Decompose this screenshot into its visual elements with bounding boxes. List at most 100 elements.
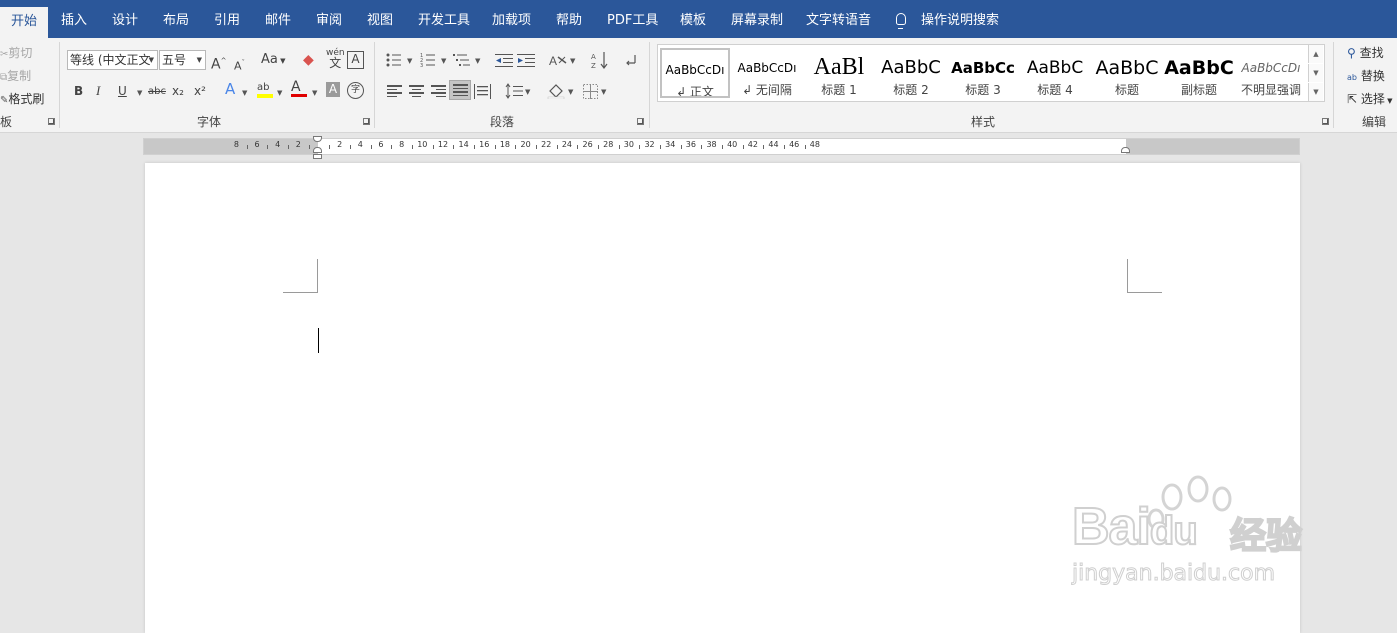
align-left-button[interactable] <box>383 81 405 101</box>
superscript-button[interactable]: x² <box>194 83 206 99</box>
subscript-button[interactable]: x₂ <box>172 83 184 99</box>
style-title[interactable]: AaBbC 标题 <box>1092 48 1162 98</box>
text-effects-dropdown[interactable]: ▼ <box>242 89 247 97</box>
format-painter-button[interactable]: ✎格式刷 <box>0 90 44 107</box>
tab-developer[interactable]: 开发工具 <box>418 0 470 38</box>
clipboard-dialog-launcher[interactable] <box>48 118 55 125</box>
tab-pdf-tools[interactable]: PDF工具 <box>607 0 658 38</box>
highlight-button[interactable]: ab <box>257 80 273 98</box>
style-normal[interactable]: AaBbCcDı ↲ 正文 <box>660 48 730 98</box>
style-subtitle[interactable]: AaBbC 副标题 <box>1164 48 1234 98</box>
tab-addins[interactable]: 加载项 <box>492 0 531 38</box>
change-case-button[interactable]: Aa ▼ <box>261 52 285 69</box>
align-center-button[interactable] <box>405 81 427 101</box>
find-button[interactable]: ⚲ 查找 <box>1347 44 1384 61</box>
copy-button[interactable]: ⧉复制 <box>0 67 31 84</box>
replace-button[interactable]: ab 替换 <box>1347 67 1385 84</box>
multilevel-list-dropdown[interactable]: ▼ <box>475 57 480 65</box>
increase-indent-button[interactable] <box>515 50 537 70</box>
ruler-tick <box>329 145 330 149</box>
enclose-characters-button[interactable]: 字 <box>347 82 364 99</box>
highlight-dropdown[interactable]: ▼ <box>277 89 282 97</box>
font-dialog-launcher[interactable] <box>363 118 370 125</box>
magnifier-icon: ⚲ <box>1347 46 1356 60</box>
ruler-number: 34 <box>665 140 676 149</box>
phonetic-guide-button[interactable]: wén 文 <box>326 48 345 70</box>
clear-formatting-icon[interactable]: ◆ <box>303 52 314 68</box>
character-border-button[interactable]: A <box>347 51 364 69</box>
distributed-button[interactable] <box>471 81 493 101</box>
styles-dialog-launcher[interactable] <box>1322 118 1329 125</box>
font-name-combo[interactable]: 等线 (中文正文 ▼ <box>67 50 158 70</box>
tab-screen-record[interactable]: 屏幕录制 <box>731 0 783 38</box>
justify-button[interactable] <box>449 80 471 100</box>
tab-text-to-speech[interactable]: 文字转语音 <box>806 0 871 38</box>
tab-home[interactable]: 开始 <box>0 7 49 38</box>
tab-mailings[interactable]: 邮件 <box>265 0 291 38</box>
underline-dropdown[interactable]: ▼ <box>137 89 142 97</box>
strikethrough-button[interactable]: abc <box>148 84 166 100</box>
font-color-dropdown[interactable]: ▼ <box>312 89 317 97</box>
style-heading-3[interactable]: AaBbCc 标题 3 <box>948 48 1018 98</box>
underline-button[interactable]: U <box>118 83 127 99</box>
shading-button[interactable] <box>545 81 567 101</box>
paragraph-dialog-launcher[interactable] <box>637 118 644 125</box>
tab-help[interactable]: 帮助 <box>556 0 582 38</box>
character-shading-button[interactable]: A <box>326 82 340 97</box>
ruler-number: 14 <box>458 140 469 149</box>
chinese-layout-dropdown[interactable]: ▼ <box>570 57 575 65</box>
numbering-button[interactable]: 123 <box>417 50 439 70</box>
tell-me-search[interactable]: 操作说明搜索 <box>921 0 999 38</box>
left-indent-marker[interactable] <box>313 154 322 159</box>
chevron-down-icon[interactable]: ▼ <box>197 51 202 69</box>
text-effects-button[interactable]: A <box>225 81 235 97</box>
multilevel-list-button[interactable] <box>451 50 473 70</box>
style-heading-4[interactable]: AaBbC 标题 4 <box>1020 48 1090 98</box>
italic-button[interactable]: I <box>96 83 100 99</box>
select-button[interactable]: ⇱ 选择 ▼ <box>1347 90 1393 107</box>
font-color-button[interactable]: A <box>291 80 307 97</box>
style-subtle-emphasis[interactable]: AaBbCcDı 不明显强调 <box>1236 48 1306 98</box>
ruler-number: 4 <box>275 140 281 149</box>
gallery-scroll-up-button[interactable]: ▲ <box>1308 45 1323 63</box>
grow-font-button[interactable]: A^ <box>211 53 226 73</box>
borders-dropdown[interactable]: ▼ <box>601 88 606 96</box>
gallery-scroll-down-button[interactable]: ▼ <box>1308 64 1323 82</box>
style-heading-2[interactable]: AaBbC 标题 2 <box>876 48 946 98</box>
sort-button[interactable]: AZ <box>589 50 611 70</box>
tab-design[interactable]: 设计 <box>112 0 138 38</box>
document-page[interactable] <box>145 163 1300 633</box>
hanging-indent-marker[interactable] <box>313 147 322 153</box>
bold-button[interactable]: B <box>74 83 83 99</box>
style-no-spacing[interactable]: AaBbCcDı ↲ 无间隔 <box>732 48 802 98</box>
borders-button[interactable] <box>579 81 601 101</box>
bullets-button[interactable] <box>383 50 405 70</box>
style-name: 标题 3 <box>965 83 1001 97</box>
align-right-button[interactable] <box>427 81 449 101</box>
tab-view[interactable]: 视图 <box>367 0 393 38</box>
ruler-tick <box>763 145 764 149</box>
gallery-more-button[interactable]: ▼ <box>1308 83 1323 101</box>
show-formatting-marks-button[interactable] <box>620 50 642 70</box>
decrease-indent-button[interactable] <box>493 50 515 70</box>
shrink-font-button[interactable]: Aˇ <box>234 55 245 75</box>
right-indent-marker[interactable] <box>1121 147 1130 153</box>
tab-template[interactable]: 模板 <box>680 0 706 38</box>
font-size-combo[interactable]: 五号 ▼ <box>159 50 206 70</box>
clipboard-group-label: 板 <box>0 115 13 129</box>
tab-review[interactable]: 审阅 <box>316 0 342 38</box>
line-spacing-dropdown[interactable]: ▼ <box>525 88 530 96</box>
tab-layout[interactable]: 布局 <box>163 0 189 38</box>
chinese-layout-button[interactable]: A <box>547 50 569 70</box>
cut-button[interactable]: ✂剪切 <box>0 44 32 61</box>
style-name: 标题 2 <box>893 83 929 97</box>
numbering-dropdown[interactable]: ▼ <box>441 57 446 65</box>
tab-references[interactable]: 引用 <box>214 0 240 38</box>
chevron-down-icon[interactable]: ▼ <box>149 51 154 69</box>
paint-bucket-icon <box>547 84 565 99</box>
tab-insert[interactable]: 插入 <box>61 0 87 38</box>
shading-dropdown[interactable]: ▼ <box>568 88 573 96</box>
bullets-dropdown[interactable]: ▼ <box>407 57 412 65</box>
style-heading-1[interactable]: AaBl 标题 1 <box>804 48 874 98</box>
line-spacing-button[interactable] <box>503 81 525 101</box>
